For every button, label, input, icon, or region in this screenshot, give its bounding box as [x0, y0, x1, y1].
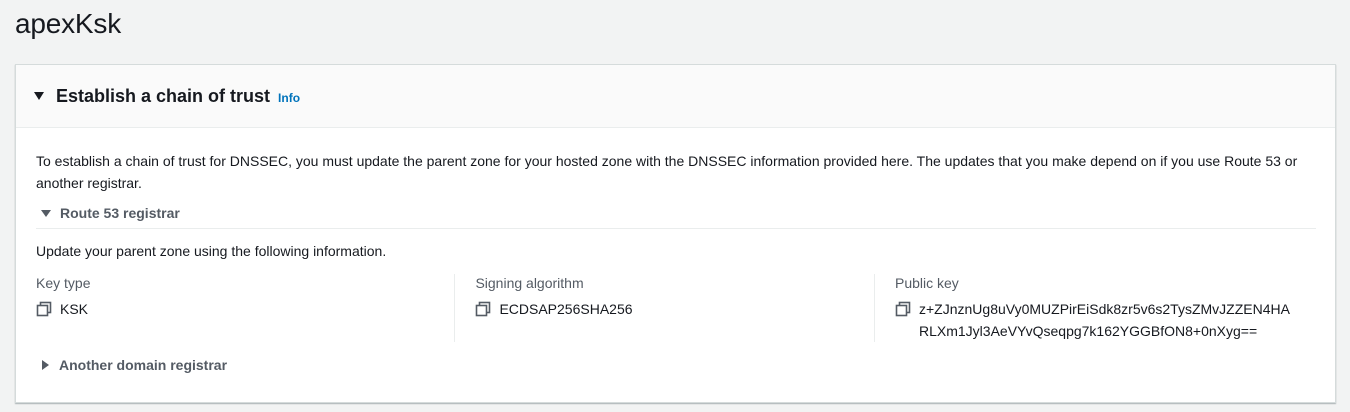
dnssec-fields: Key type KSK Signing algorithm ECDSAP256… [36, 274, 1315, 342]
copy-icon[interactable] [895, 301, 911, 317]
signing-algorithm-field: Signing algorithm ECDSAP256SHA256 [454, 274, 874, 342]
route53-instruction: Update your parent zone using the follow… [36, 243, 387, 259]
signing-algorithm-value: ECDSAP256SHA256 [499, 301, 633, 317]
copy-icon[interactable] [36, 301, 52, 317]
another-registrar-label: Another domain registrar [59, 357, 228, 373]
panel-header[interactable]: Establish a chain of trust Info [16, 65, 1335, 128]
copy-icon[interactable] [475, 301, 491, 317]
panel-body: To establish a chain of trust for DNSSEC… [16, 128, 1335, 378]
caret-down-icon [41, 209, 51, 217]
caret-right-icon [42, 360, 49, 370]
another-registrar-toggle[interactable]: Another domain registrar [36, 352, 1315, 378]
public-key-field: Public key z+ZJnznUg8uVy0MUZPirEiSdk8zr5… [874, 274, 1315, 342]
info-link[interactable]: Info [278, 91, 300, 105]
divider [36, 228, 1316, 229]
public-key-label: Public key [895, 275, 959, 291]
page-title: apexKsk [15, 8, 121, 39]
panel-title[interactable]: Establish a chain of trust [56, 86, 270, 107]
public-key-value: z+ZJnznUg8uVy0MUZPirEiSdk8zr5v6s2TysZMvJ… [919, 301, 1290, 339]
public-key-value-row: z+ZJnznUg8uVy0MUZPirEiSdk8zr5v6s2TysZMvJ… [895, 298, 1295, 342]
route53-registrar-toggle[interactable]: Route 53 registrar [36, 200, 1315, 226]
signing-algorithm-value-row: ECDSAP256SHA256 [475, 298, 854, 320]
key-type-value: KSK [60, 301, 89, 317]
route53-registrar-label: Route 53 registrar [60, 205, 180, 221]
signing-algorithm-label: Signing algorithm [475, 275, 584, 291]
key-type-value-row: KSK [36, 298, 434, 320]
key-type-field: Key type KSK [36, 274, 454, 342]
panel-description: To establish a chain of trust for DNSSEC… [36, 153, 1298, 191]
key-type-label: Key type [36, 275, 91, 291]
chain-of-trust-panel: Establish a chain of trust Info To estab… [15, 64, 1336, 403]
caret-down-icon[interactable] [34, 92, 44, 100]
